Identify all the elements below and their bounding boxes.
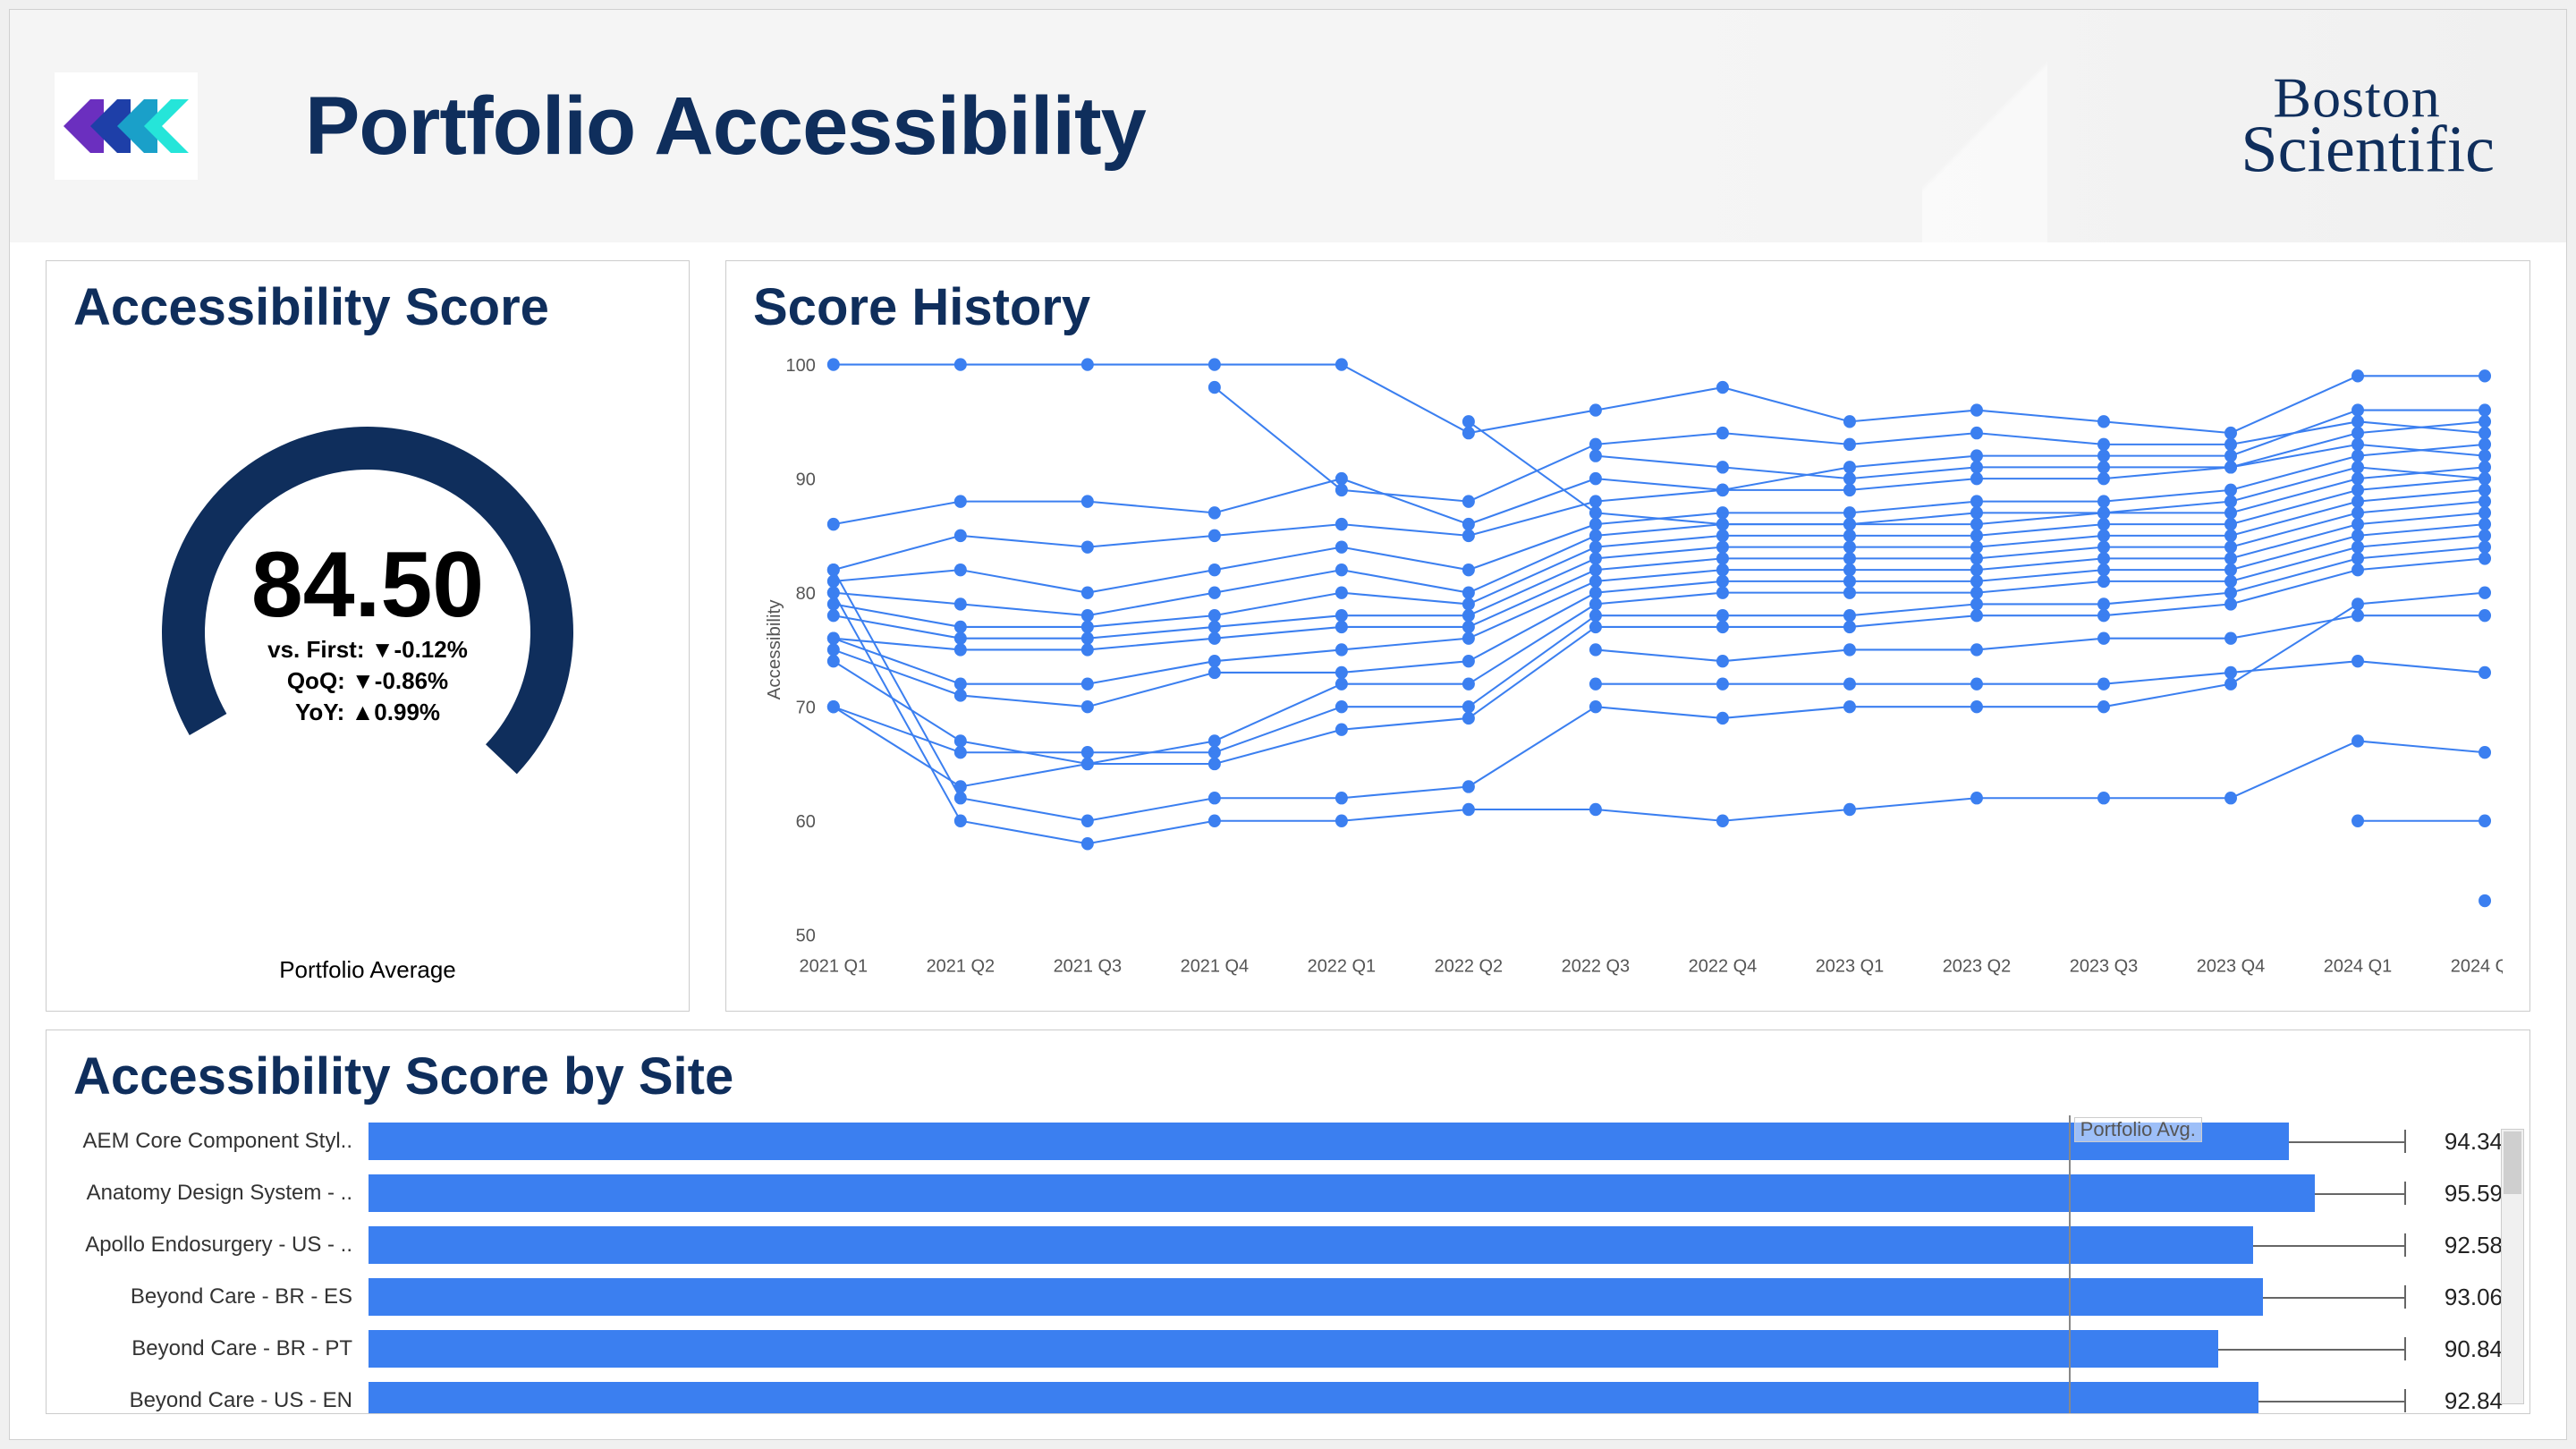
score-history-card: Score History 50 60 70 80 90 100 Accessibility… [725, 260, 2530, 1012]
bar-track [369, 1224, 2404, 1266]
bar-whisker [2253, 1245, 2404, 1247]
bar-whisker-cap [2404, 1130, 2406, 1153]
bar-fill [369, 1123, 2289, 1160]
svg-text:2021 Q3: 2021 Q3 [1054, 956, 1123, 976]
svg-text:Accessibility: Accessibility [765, 599, 784, 700]
bar-whisker [2289, 1141, 2404, 1143]
bar-fill [369, 1174, 2315, 1212]
svg-text:2024 Q1: 2024 Q1 [2324, 956, 2393, 976]
dashboard-frame: Portfolio Accessibility Boston Scientifi… [9, 9, 2567, 1440]
bar-fill [369, 1382, 2258, 1414]
gauge-center: 84.50 vs. First: ▼-0.12% QoQ: ▼-0.86% Yo… [251, 537, 484, 728]
svg-text:2022 Q3: 2022 Q3 [1562, 956, 1631, 976]
brand-line2: Scientific [2241, 123, 2495, 179]
svg-text:2021 Q2: 2021 Q2 [927, 956, 996, 976]
bar-fill [369, 1226, 2253, 1264]
site-label: Anatomy Design System - .. [73, 1181, 369, 1206]
gauge-chart: 84.50 vs. First: ▼-0.12% QoQ: ▼-0.86% Yo… [73, 346, 662, 919]
content-row: Accessibility Score 84.50 vs. First: ▼-0… [10, 242, 2566, 1012]
svg-text:2023 Q1: 2023 Q1 [1816, 956, 1885, 976]
bar-whisker [2263, 1297, 2404, 1299]
score-by-site-chart: AEM Core Component Styl.. 94.34 Anatomy De… [73, 1115, 2503, 1414]
bar-value: 95.59 [2404, 1180, 2503, 1208]
bar-whisker-cap [2404, 1285, 2406, 1309]
svg-text:100: 100 [786, 356, 816, 376]
site-label: Beyond Care - BR - ES [73, 1284, 369, 1309]
brand-logo: Boston Scientific [2241, 73, 2495, 178]
accessibility-score-card: Accessibility Score 84.50 vs. First: ▼-0… [46, 260, 690, 1012]
table-row: Beyond Care - BR - PT 90.84 [73, 1323, 2503, 1375]
site-label: Apollo Endosurgery - US - .. [73, 1233, 369, 1258]
bar-whisker-cap [2404, 1337, 2406, 1360]
svg-text:2021 Q1: 2021 Q1 [800, 956, 869, 976]
svg-text:2022 Q1: 2022 Q1 [1308, 956, 1377, 976]
bar-track [369, 1121, 2404, 1162]
gauge-qoq: QoQ: ▼-0.86% [251, 665, 484, 697]
svg-text:2023 Q3: 2023 Q3 [2070, 956, 2139, 976]
svg-text:70: 70 [796, 698, 816, 717]
svg-text:2024 Q2: 2024 Q2 [2451, 956, 2503, 976]
bar-value: 94.34 [2404, 1128, 2503, 1156]
bar-whisker-cap [2404, 1182, 2406, 1205]
bar-whisker-cap [2404, 1233, 2406, 1257]
bar-fill [369, 1330, 2218, 1368]
header: Portfolio Accessibility Boston Scientifi… [10, 10, 2566, 242]
app-logo-icon [55, 72, 198, 180]
scrollbar-thumb[interactable] [2504, 1131, 2521, 1194]
svg-text:80: 80 [796, 584, 816, 604]
bar-value: 92.84 [2404, 1387, 2503, 1415]
svg-text:60: 60 [796, 812, 816, 832]
bar-value: 93.06 [2404, 1284, 2503, 1311]
bar-track [369, 1380, 2404, 1414]
svg-text:90: 90 [796, 470, 816, 489]
bar-value: 92.58 [2404, 1232, 2503, 1259]
svg-text:50: 50 [796, 926, 816, 945]
bar-fill [369, 1278, 2263, 1316]
svg-text:2022 Q4: 2022 Q4 [1689, 956, 1758, 976]
site-label: Beyond Care - BR - PT [73, 1336, 369, 1361]
gauge-yoy: YoY: ▲0.99% [251, 697, 484, 728]
bar-track [369, 1328, 2404, 1369]
bar-whisker [2258, 1401, 2404, 1402]
bar-whisker [2218, 1349, 2404, 1351]
table-row: Beyond Care - BR - ES 93.06 [73, 1271, 2503, 1323]
table-row: AEM Core Component Styl.. 94.34 [73, 1115, 2503, 1167]
accessibility-score-title: Accessibility Score [73, 277, 662, 337]
svg-text:2021 Q4: 2021 Q4 [1181, 956, 1250, 976]
bar-whisker-cap [2404, 1389, 2406, 1412]
scrollbar[interactable] [2501, 1129, 2524, 1404]
svg-text:2022 Q2: 2022 Q2 [1435, 956, 1504, 976]
gauge-caption: Portfolio Average [47, 956, 689, 984]
site-label: AEM Core Component Styl.. [73, 1129, 369, 1154]
bar-whisker [2315, 1193, 2404, 1195]
table-row: Apollo Endosurgery - US - .. 92.58 [73, 1219, 2503, 1271]
score-by-site-card: Accessibility Score by Site AEM Core Com… [46, 1030, 2530, 1414]
bar-value: 90.84 [2404, 1335, 2503, 1363]
table-row: Beyond Care - US - EN 92.84 [73, 1375, 2503, 1414]
score-by-site-title: Accessibility Score by Site [73, 1046, 2503, 1106]
bar-track [369, 1173, 2404, 1214]
gauge-vs-first: vs. First: ▼-0.12% [251, 634, 484, 665]
score-history-title: Score History [753, 277, 2503, 337]
page-title: Portfolio Accessibility [305, 80, 1146, 174]
bar-track [369, 1276, 2404, 1318]
site-label: Beyond Care - US - EN [73, 1388, 369, 1413]
svg-text:2023 Q2: 2023 Q2 [1943, 956, 2012, 976]
svg-text:2023 Q4: 2023 Q4 [2197, 956, 2266, 976]
gauge-score-value: 84.50 [251, 537, 484, 634]
table-row: Anatomy Design System - .. 95.59 [73, 1167, 2503, 1219]
score-history-chart: 50 60 70 80 90 100 Accessibility 2021 Q1 2021 Q2… [753, 346, 2503, 990]
